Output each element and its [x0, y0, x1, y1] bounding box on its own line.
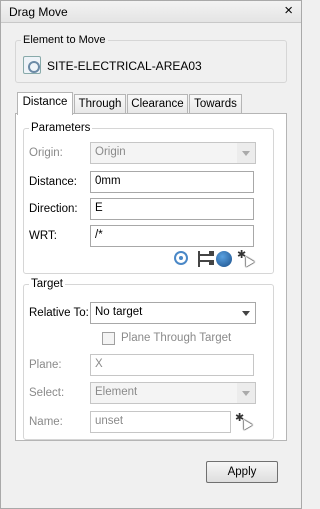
tab-clearance[interactable]: Clearance	[127, 94, 188, 114]
element-icon[interactable]	[23, 56, 41, 74]
chevron-down-icon	[242, 391, 250, 396]
plane-label: Plane:	[29, 359, 62, 371]
relative-to-value: No target	[95, 306, 143, 318]
distance-value: 0mm	[95, 175, 121, 187]
pick-cursor-icon[interactable]	[235, 411, 251, 430]
close-icon[interactable]: ×	[284, 2, 293, 19]
tab-towards-label: Towards	[194, 98, 237, 110]
relative-to-label: Relative To:	[29, 307, 89, 319]
plane-through-target-label: Plane Through Target	[121, 332, 232, 344]
tab-towards[interactable]: Towards	[189, 94, 242, 114]
chevron-down-icon	[242, 311, 250, 316]
target-label: Target	[29, 278, 65, 290]
pick-cursor-icon[interactable]	[237, 248, 253, 267]
distance-label: Distance:	[29, 176, 77, 188]
wrt-label: WRT:	[29, 230, 57, 242]
element-name: SITE-ELECTRICAL-AREA03	[47, 59, 202, 73]
tab-distance[interactable]: Distance	[17, 92, 73, 115]
origin-label: Origin:	[29, 147, 63, 159]
name-label: Name:	[29, 416, 63, 428]
select-value: Element	[95, 386, 138, 398]
title-bar: Drag Move ×	[1, 1, 301, 23]
plane-through-target-checkbox[interactable]	[102, 332, 115, 345]
hierarchy-icon[interactable]	[198, 251, 214, 267]
tab-through-label: Through	[78, 98, 122, 110]
plane-value: X	[95, 358, 103, 370]
select-label: Select:	[29, 387, 65, 399]
locate-icon[interactable]	[174, 251, 188, 265]
relative-to-select[interactable]: No target	[90, 302, 256, 324]
wrt-value: /*	[95, 229, 103, 241]
element-to-move-label: Element to Move	[21, 34, 108, 46]
wrt-input[interactable]: /*	[90, 225, 254, 247]
window-title: Drag Move	[9, 5, 68, 19]
origin-select[interactable]: Origin	[90, 142, 256, 164]
chevron-down-icon	[242, 151, 250, 156]
tab-distance-label: Distance	[22, 96, 68, 108]
drag-move-dialog: Drag Move × Element to Move SITE-ELECTRI…	[0, 0, 302, 509]
parameters-label: Parameters	[29, 122, 93, 134]
direction-label: Direction:	[29, 203, 78, 215]
distance-input[interactable]: 0mm	[90, 171, 254, 193]
select-dropdown[interactable]: Element	[90, 382, 256, 404]
plane-input[interactable]: X	[90, 354, 254, 376]
apply-button[interactable]: Apply	[206, 461, 278, 483]
globe-icon[interactable]	[216, 251, 232, 267]
tab-through[interactable]: Through	[74, 94, 126, 114]
tab-clearance-label: Clearance	[131, 98, 184, 110]
direction-value: E	[95, 202, 103, 214]
name-input[interactable]: unset	[90, 411, 231, 433]
origin-value: Origin	[95, 146, 126, 158]
name-value: unset	[95, 415, 124, 427]
direction-input[interactable]: E	[90, 198, 254, 220]
